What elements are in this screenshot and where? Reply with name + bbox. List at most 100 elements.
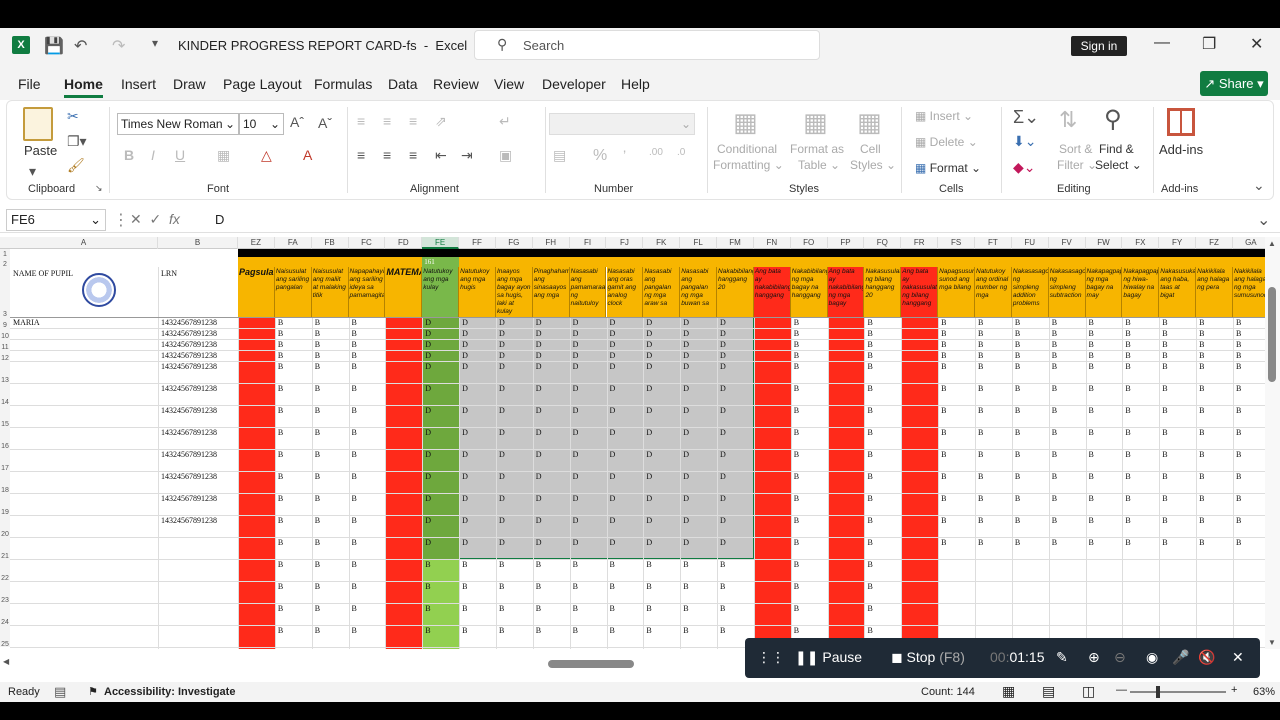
grade-cell[interactable]: D [573,329,579,338]
grade-cell[interactable]: B [315,582,320,591]
row-header[interactable]: 10 [0,328,10,340]
grade-cell[interactable]: B [867,406,872,415]
align-top-icon[interactable]: ≡ [357,113,365,129]
grade-cell[interactable]: B [1199,329,1204,338]
grade-cell[interactable]: D [499,516,505,525]
grade-cell[interactable]: B [1089,538,1094,547]
grade-cell[interactable]: B [867,362,872,371]
column-header[interactable]: FR [901,237,939,249]
customize-quick-access-icon[interactable]: ▾ [152,36,158,50]
grade-cell[interactable]: D [425,340,431,349]
grade-cell[interactable]: D [536,516,542,525]
grade-cell[interactable]: D [573,428,579,437]
grade-cell[interactable]: B [794,560,799,569]
grade-cell[interactable]: B [683,626,688,635]
grade-cell[interactable]: D [646,329,652,338]
tab-review[interactable]: Review [433,76,479,92]
tab-insert[interactable]: Insert [121,76,156,92]
grade-cell[interactable]: B [352,318,357,327]
grade-cell[interactable]: B [610,560,615,569]
grade-cell[interactable]: D [683,516,689,525]
grade-cell[interactable]: B [720,626,725,635]
scroll-down-icon[interactable]: ▼ [1268,638,1276,647]
tab-help[interactable]: Help [621,76,650,92]
conditional-formatting-button[interactable]: Conditional [717,142,777,156]
undo-icon[interactable]: ↶ [74,36,87,56]
grade-cell[interactable]: B [315,516,320,525]
row-header[interactable]: 9 [0,317,10,329]
find-select-button[interactable]: Find & [1099,142,1134,156]
grade-cell[interactable]: D [573,450,579,459]
grade-cell[interactable]: B [867,582,872,591]
grade-cell[interactable]: D [683,329,689,338]
grade-cell[interactable]: D [646,428,652,437]
row-header[interactable]: 16 [0,427,10,450]
webcam-icon[interactable]: ◉ [1146,649,1158,666]
grade-cell[interactable]: B [1236,362,1241,371]
grade-cell[interactable]: D [536,538,542,547]
grade-cell[interactable]: B [1162,494,1167,503]
page-break-view-icon[interactable]: ◫ [1082,683,1095,700]
grade-cell[interactable]: B [794,384,799,393]
grade-cell[interactable]: B [1015,494,1020,503]
grade-cell[interactable]: D [646,362,652,371]
grade-cell[interactable]: B [794,406,799,415]
fe-top-value[interactable]: 161 [422,257,460,267]
vertical-scrollbar[interactable]: ▲ ▼ [1265,237,1280,649]
grade-cell[interactable]: B [941,494,946,503]
grade-cell[interactable]: B [867,494,872,503]
grade-cell[interactable]: B [867,472,872,481]
grade-cell[interactable]: B [1162,351,1167,360]
grade-cell[interactable]: D [425,362,431,371]
accessibility-icon[interactable]: ⚑ [88,685,98,698]
grade-cell[interactable]: B [573,604,578,613]
decrease-decimal-icon[interactable]: .0 [677,147,685,158]
grade-cell[interactable]: D [646,384,652,393]
grade-cell[interactable]: B [278,472,283,481]
grade-cell[interactable]: B [1236,494,1241,503]
grade-cell[interactable]: B [315,560,320,569]
fill-color-icon[interactable]: △ [261,147,272,164]
italic-icon[interactable]: I [151,147,155,163]
grade-cell[interactable]: B [1162,406,1167,415]
grade-cell[interactable]: B [867,428,872,437]
grade-cell[interactable]: B [1199,494,1204,503]
grade-cell[interactable]: B [610,582,615,591]
grade-cell[interactable]: B [1015,384,1020,393]
grade-cell[interactable]: B [1199,472,1204,481]
copy-icon[interactable]: ❐▾ [67,133,87,150]
grade-cell[interactable]: D [425,516,431,525]
grade-cell[interactable]: D [720,318,726,327]
zoom-in-icon[interactable]: + [1231,684,1237,696]
grade-cell[interactable]: B [978,406,983,415]
grade-cell[interactable]: B [610,604,615,613]
grade-cell[interactable]: B [315,626,320,635]
grade-cell[interactable]: D [499,472,505,481]
grade-cell[interactable]: B [278,450,283,459]
grade-cell[interactable]: B [978,450,983,459]
column-header[interactable]: FF [459,237,496,249]
grade-cell[interactable]: B [278,318,283,327]
grade-cell[interactable]: B [1236,406,1241,415]
grade-cell[interactable]: B [573,582,578,591]
column-header[interactable]: FP [828,237,865,249]
borders-icon[interactable]: ▦ [217,147,230,164]
sort-filter-icon[interactable]: ⇅ [1059,107,1077,133]
grade-cell[interactable]: D [425,329,431,338]
grade-cell[interactable]: B [352,428,357,437]
grade-cell[interactable]: D [610,351,616,360]
grade-cell[interactable]: B [1015,351,1020,360]
grade-cell[interactable]: D [720,340,726,349]
grade-cell[interactable]: B [1015,472,1020,481]
grade-cell[interactable]: B [1015,329,1020,338]
grade-cell[interactable]: B [1162,340,1167,349]
grade-cell[interactable]: B [278,582,283,591]
grade-cell[interactable]: D [610,538,616,547]
grade-cell[interactable]: B [683,582,688,591]
accessibility-status[interactable]: Accessibility: Investigate [104,686,235,698]
column-header[interactable]: FT [975,237,1012,249]
grade-cell[interactable]: D [720,516,726,525]
grade-cell[interactable]: B [1052,351,1057,360]
align-bottom-icon[interactable]: ≡ [409,113,417,129]
column-header[interactable]: FM [717,237,754,249]
